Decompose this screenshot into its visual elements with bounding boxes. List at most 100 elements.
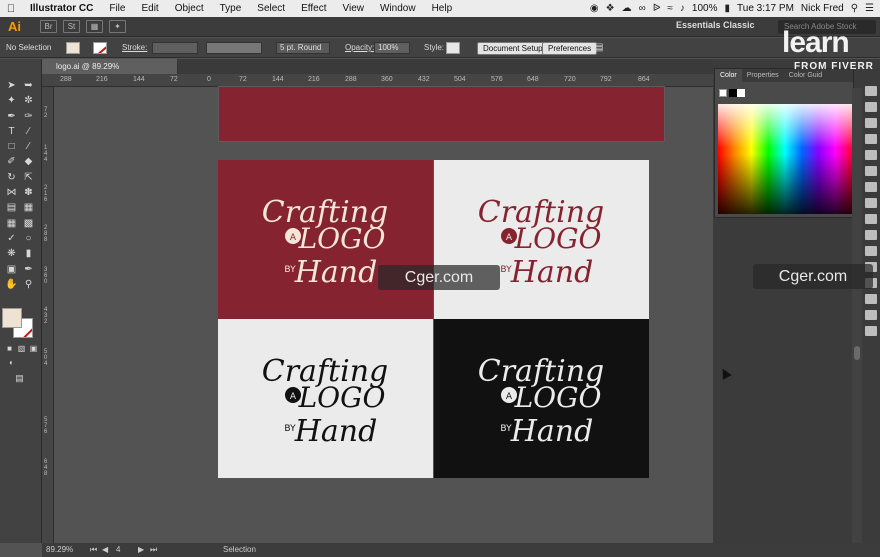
user-name[interactable]: Nick Fred (801, 3, 844, 14)
clock[interactable]: Tue 3:17 PM (737, 3, 794, 14)
stroke-label[interactable]: Stroke: (122, 42, 147, 54)
opacity-label[interactable]: Opacity: (345, 42, 374, 54)
gpu-performance-icon[interactable]: ✦ (109, 20, 126, 33)
current-tool-status[interactable]: Selection (223, 543, 256, 557)
last-artboard-icon[interactable]: ⏭ (150, 543, 157, 557)
arrange-icon[interactable]: ▤ (594, 42, 603, 54)
menu-object[interactable]: Object (167, 3, 212, 14)
paintbrush-icon[interactable]: ∕ (21, 140, 36, 153)
swatches-panel-icon[interactable] (865, 198, 877, 208)
bridge-button[interactable]: Br (40, 20, 57, 33)
menu-select[interactable]: Select (249, 3, 293, 14)
artboard-number[interactable]: 4 (116, 543, 120, 557)
battery-icon[interactable]: ▮ (725, 3, 731, 14)
type-tool-icon[interactable]: T (4, 125, 19, 138)
lasso-icon[interactable]: ✼ (21, 94, 36, 107)
opacity-field[interactable]: 100% (374, 42, 410, 54)
creative-cloud-icon[interactable]: ∞ (639, 3, 646, 14)
menu-help[interactable]: Help (424, 3, 461, 14)
logo-variant-black[interactable]: Crafting A LOGO BY Hand (434, 319, 649, 478)
libraries-panel-icon[interactable] (865, 310, 877, 320)
stroke-panel-icon[interactable] (865, 86, 877, 96)
perspective-grid-icon[interactable]: ▦ (21, 201, 36, 214)
align-panel-icon[interactable] (865, 214, 877, 224)
menu-view[interactable]: View (334, 3, 372, 14)
artboard[interactable]: Crafting A LOGO BY Hand Crafting A LOGO … (218, 160, 649, 478)
none-swatch[interactable] (719, 89, 727, 97)
wifi-icon[interactable]: ≈ (667, 3, 673, 14)
width-tool-icon[interactable]: ⋈ (4, 186, 19, 199)
document-tab[interactable]: logo.ai @ 89.29% (CMYK/Preview) (42, 59, 178, 86)
black-swatch[interactable] (729, 89, 737, 97)
transparency-panel-icon[interactable] (865, 118, 877, 128)
notifications-icon[interactable]: ☰ (865, 3, 874, 14)
gradient-tool-icon[interactable]: ▩ (21, 217, 36, 230)
puppet-warp-icon[interactable]: ✽ (21, 186, 36, 199)
screen-record-icon[interactable]: ◉ (590, 3, 599, 14)
eyedropper-icon[interactable]: ✓ (4, 232, 19, 245)
document-setup-button[interactable]: Document Setup (477, 42, 549, 55)
links-panel-icon[interactable] (865, 294, 877, 304)
shape-builder-icon[interactable]: ▤ (4, 201, 19, 214)
logo-variant-light-maroon[interactable]: Crafting A LOGO BY Hand (434, 160, 649, 319)
menu-app-name[interactable]: Illustrator CC (22, 3, 101, 14)
arrange-documents-icon[interactable]: ▦ (86, 20, 103, 33)
stroke-weight-field[interactable] (152, 42, 198, 54)
none-mode-icon[interactable]: ▣ (26, 342, 41, 355)
bluetooth-icon[interactable]: ᐉ (653, 3, 661, 14)
stock-button[interactable]: St (63, 20, 80, 33)
curvature-tool-icon[interactable]: ✑ (21, 110, 36, 123)
blend-tool-icon[interactable]: ○ (21, 232, 36, 245)
symbol-sprayer-icon[interactable]: ❋ (4, 247, 19, 260)
tab-color[interactable]: Color (715, 69, 742, 82)
dropbox-icon[interactable]: ❖ (606, 3, 615, 14)
battery-percent[interactable]: 100% (692, 3, 718, 14)
tab-properties[interactable]: Properties (742, 69, 784, 82)
screen-mode-icon[interactable]: ▤ (12, 372, 27, 385)
preferences-button[interactable]: Preferences (542, 42, 598, 55)
stroke-swatch[interactable] (93, 42, 107, 54)
variable-width-profile[interactable] (206, 42, 262, 54)
artboard-tool-icon[interactable]: ▣ (4, 263, 19, 276)
menu-type[interactable]: Type (212, 3, 250, 14)
menu-effect[interactable]: Effect (293, 3, 334, 14)
symbols-panel-icon[interactable] (865, 166, 877, 176)
properties-panel-icon[interactable] (865, 326, 877, 336)
brushes-panel-icon[interactable] (865, 182, 877, 192)
rotate-tool-icon[interactable]: ↻ (4, 171, 19, 184)
fill-color-box[interactable] (2, 308, 22, 328)
fill-swatch[interactable] (66, 42, 80, 54)
transform-panel-icon[interactable] (865, 246, 877, 256)
logo-variant-maroon[interactable]: Crafting A LOGO BY Hand (218, 160, 433, 319)
appearance-panel-icon[interactable] (865, 134, 877, 144)
menu-file[interactable]: File (101, 3, 133, 14)
apple-icon[interactable]:  (0, 3, 22, 15)
slice-tool-icon[interactable]: ✒ (21, 263, 36, 276)
menu-window[interactable]: Window (372, 3, 424, 14)
zoom-tool-icon[interactable]: ⚲ (21, 278, 36, 291)
previous-artboard-icon[interactable]: ◀ (102, 543, 108, 557)
mesh-tool-icon[interactable]: ▦ (4, 217, 19, 230)
color-spectrum[interactable] (718, 104, 852, 214)
artboard-top-banner[interactable] (218, 86, 665, 142)
rectangle-tool-icon[interactable]: □ (4, 140, 19, 153)
volume-icon[interactable]: ♪ (680, 3, 685, 14)
menu-edit[interactable]: Edit (133, 3, 166, 14)
cloud-icon[interactable]: ☁ (622, 3, 632, 14)
spotlight-icon[interactable]: ⚲ (851, 3, 858, 14)
color-panel[interactable]: Color Properties Color Guid (714, 68, 854, 218)
scrollbar-thumb[interactable] (854, 346, 860, 360)
scale-tool-icon[interactable]: ⇱ (21, 171, 36, 184)
eraser-tool-icon[interactable]: ◆ (21, 155, 36, 168)
pathfinder-panel-icon[interactable] (865, 230, 877, 240)
vertical-scrollbar[interactable] (852, 88, 862, 543)
next-artboard-icon[interactable]: ▶ (138, 543, 144, 557)
white-swatch[interactable] (737, 89, 745, 97)
graphic-styles-panel-icon[interactable] (865, 150, 877, 160)
line-tool-icon[interactable]: ∕ (21, 125, 36, 138)
zoom-level[interactable]: 89.29% (46, 543, 73, 557)
first-artboard-icon[interactable]: ⏮ (90, 543, 97, 557)
shaper-tool-icon[interactable]: ✐ (4, 155, 19, 168)
graphic-style-swatch[interactable] (446, 42, 460, 54)
direct-selection-tool-icon[interactable]: ➥ (21, 79, 36, 92)
